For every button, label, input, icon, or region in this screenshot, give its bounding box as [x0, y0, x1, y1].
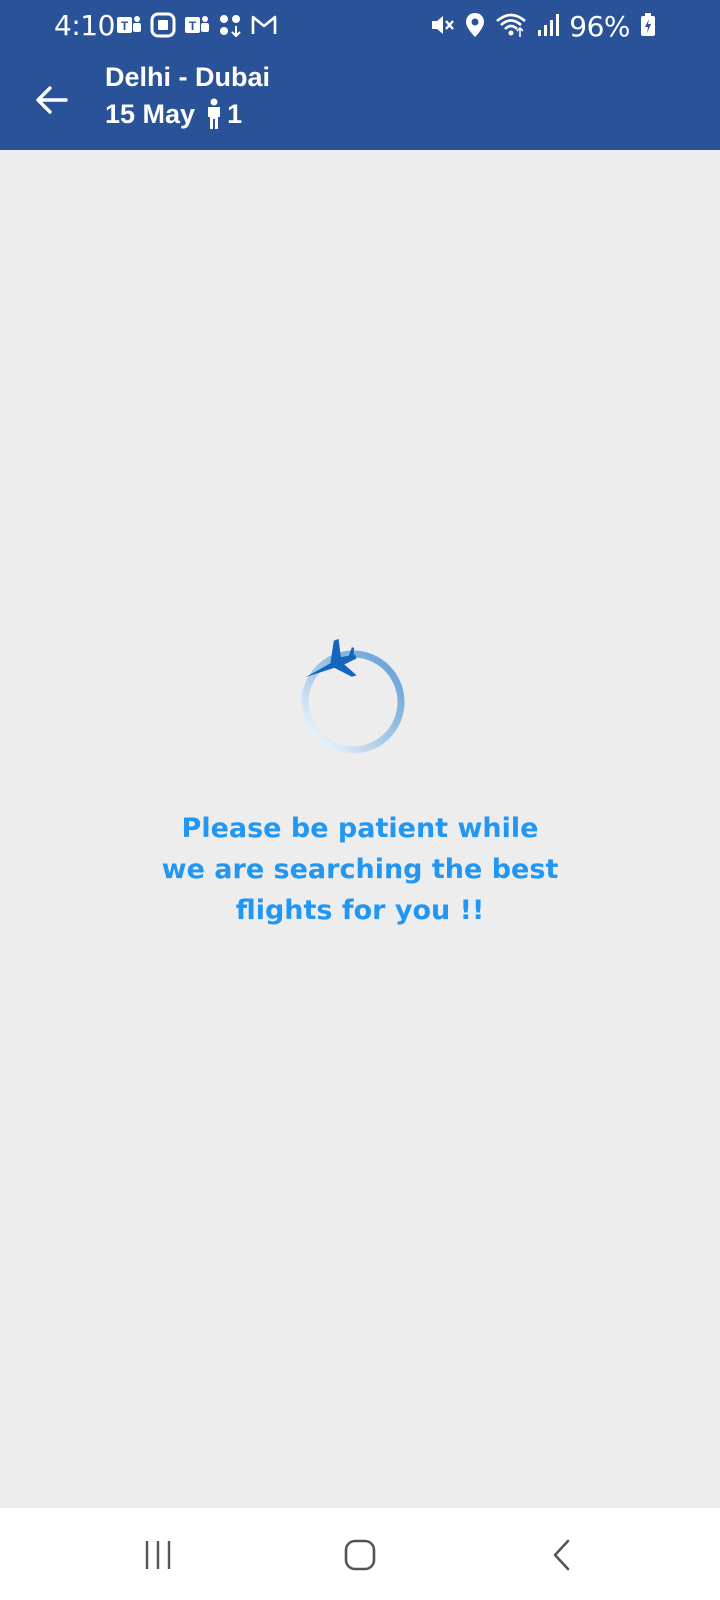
recent-apps-icon	[145, 1541, 171, 1569]
passenger-count: 1	[227, 98, 243, 129]
spinner-ring	[301, 650, 405, 754]
app-grid-icon	[218, 12, 242, 38]
teams-icon: T	[184, 12, 210, 38]
gmail-icon	[250, 12, 278, 38]
mute-icon	[429, 12, 455, 42]
back-icon	[553, 1539, 570, 1571]
nav-back-button[interactable]	[532, 1530, 592, 1580]
person-icon	[208, 98, 221, 129]
status-bar: 4:10 T T 96%	[0, 0, 720, 52]
system-status: 96%	[429, 10, 656, 43]
outlook-icon	[150, 12, 176, 38]
svg-text:T: T	[121, 19, 129, 33]
loading-message: Please be patient while we are searching…	[160, 808, 560, 931]
back-button[interactable]	[30, 78, 74, 122]
location-icon	[465, 12, 485, 42]
travel-date: 15 May	[105, 98, 196, 129]
status-time: 4:10	[54, 9, 115, 42]
loading-message-line: we are searching the best	[161, 854, 559, 885]
route-title: Delhi - Dubai	[105, 62, 271, 92]
battery-charging-icon	[640, 12, 656, 42]
loading-message-line: flights for you !!	[235, 895, 485, 926]
battery-percent: 96%	[569, 10, 630, 43]
wifi-icon	[495, 12, 527, 42]
loading-screen: Please be patient while we are searching…	[0, 150, 720, 1508]
trip-details: 15 May 1	[105, 98, 242, 130]
home-button[interactable]	[330, 1530, 390, 1580]
app-header: Delhi - Dubai 15 May 1	[0, 52, 720, 150]
arrow-left-icon	[36, 86, 68, 114]
svg-text:T: T	[189, 19, 197, 33]
notification-icons: T T	[116, 12, 278, 38]
recent-apps-button[interactable]	[128, 1530, 188, 1580]
system-nav-bar	[0, 1508, 720, 1600]
loading-spinner	[300, 638, 418, 762]
signal-icon	[537, 12, 560, 42]
teams-icon: T	[116, 12, 142, 38]
home-icon	[344, 1539, 376, 1571]
loading-message-line: Please be patient while	[181, 813, 539, 844]
